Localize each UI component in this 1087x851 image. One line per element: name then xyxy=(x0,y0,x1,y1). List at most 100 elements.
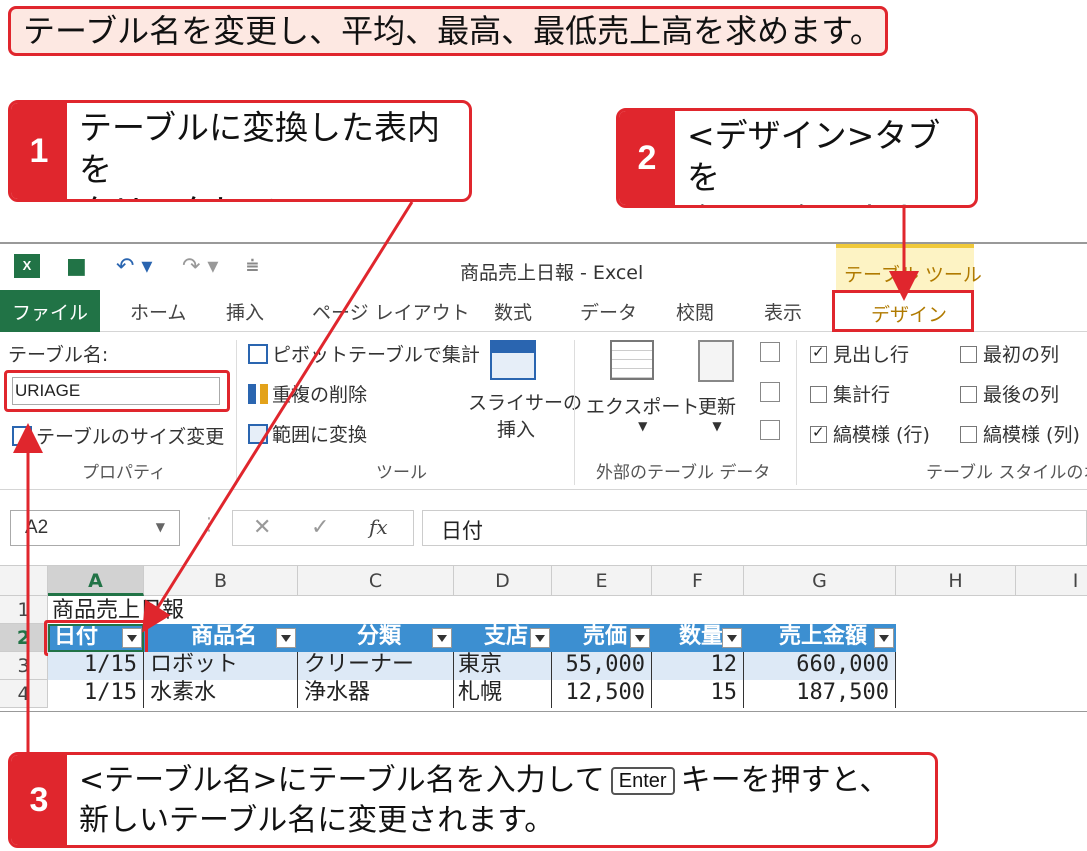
tab-file[interactable]: ファイル xyxy=(0,290,100,332)
table-header-cell[interactable]: 売上金額 xyxy=(744,624,896,652)
table-cell[interactable]: 12 xyxy=(652,652,744,680)
first-col-label: 最初の列 xyxy=(983,344,1060,366)
window-title: 商品売上日報 - Excel xyxy=(460,262,644,284)
filter-dropdown-icon[interactable] xyxy=(630,628,650,648)
table-header-cell[interactable]: 分類 xyxy=(298,624,454,652)
column-header-h[interactable]: H xyxy=(896,566,1016,596)
table-cell[interactable]: クリーナー xyxy=(298,652,454,680)
checkbox-checked-icon xyxy=(810,423,827,443)
insert-function-icon[interactable]: fx xyxy=(369,515,388,539)
first-col-checkbox[interactable]: 最初の列 xyxy=(960,340,1059,367)
filter-dropdown-icon[interactable] xyxy=(432,628,452,648)
header-row-checkbox[interactable]: 見出し行 xyxy=(810,340,909,367)
column-header-c[interactable]: C xyxy=(298,566,454,596)
ribbon-tabs: ファイル ホーム 挿入 ページ レイアウト 数式 データ 校閲 表示 デザイン xyxy=(0,290,1087,332)
tab-insert[interactable]: 挿入 xyxy=(226,298,264,325)
column-header-a[interactable]: A xyxy=(48,566,144,596)
enter-key-icon: Enter xyxy=(610,767,675,795)
last-col-checkbox[interactable]: 最後の列 xyxy=(960,380,1059,407)
column-header-d[interactable]: D xyxy=(454,566,552,596)
table-cell[interactable]: 東京 xyxy=(454,652,552,680)
table-header-cell[interactable]: 支店 xyxy=(454,624,552,652)
convert-range-button[interactable]: 範囲に変換 xyxy=(248,420,367,447)
name-box-value: A2 xyxy=(25,517,49,538)
group-tools-label: ツール xyxy=(376,463,427,483)
table-name-label: テーブル名: xyxy=(8,344,109,366)
banded-cols-label: 縞模様 (列) xyxy=(983,424,1080,446)
header-row-label: 見出し行 xyxy=(833,344,910,366)
table-cell[interactable]: 浄水器 xyxy=(298,680,454,708)
filter-dropdown-icon[interactable] xyxy=(874,628,894,648)
table-cell[interactable]: ロボット xyxy=(144,652,298,680)
slicer-label-2: 挿入 xyxy=(496,419,535,441)
redo-icon[interactable]: ↷ ▾ xyxy=(182,254,218,279)
select-all-corner[interactable] xyxy=(0,566,48,596)
column-header-g[interactable]: G xyxy=(744,566,896,596)
export-button[interactable]: エクスポート ▼ xyxy=(586,392,699,433)
title-bar: X ■ ↶ ▾ ↷ ▾ ⩧ 商品売上日報 - Excel テーブル ツール xyxy=(0,244,1087,290)
total-row-checkbox[interactable]: 集計行 xyxy=(810,380,890,407)
table-cell[interactable]: 1/15 xyxy=(48,652,144,680)
banded-rows-checkbox[interactable]: 縞模様 (行) xyxy=(810,420,930,447)
unlink-icon[interactable] xyxy=(760,420,780,440)
resize-table-label: テーブルのサイズ変更 xyxy=(36,426,225,448)
worksheet-grid: A B C D E F G H I 1 2 3 4 商品売上日報 日付 商品名 … xyxy=(0,566,1087,711)
tab-home[interactable]: ホーム xyxy=(130,298,186,325)
row-header-1[interactable]: 1 xyxy=(0,596,48,624)
row-header-2[interactable]: 2 xyxy=(0,624,48,652)
tab-formulas[interactable]: 数式 xyxy=(494,298,532,325)
tab-design[interactable]: デザイン xyxy=(832,290,974,332)
slicer-button[interactable]: スライサーの 挿入 xyxy=(468,388,582,442)
table-cell[interactable]: 1/15 xyxy=(48,680,144,708)
column-header-b[interactable]: B xyxy=(144,566,298,596)
column-header-f[interactable]: F xyxy=(652,566,744,596)
group-divider xyxy=(796,340,797,485)
last-col-label: 最後の列 xyxy=(983,384,1060,406)
step-text: テーブルに変換した表内を クリックして、 xyxy=(79,108,441,199)
column-header-e[interactable]: E xyxy=(552,566,652,596)
column-header-i[interactable]: I xyxy=(1016,566,1087,596)
cancel-icon[interactable]: ✕ xyxy=(253,515,271,540)
checkbox-empty-icon xyxy=(960,346,977,363)
save-icon[interactable]: ■ xyxy=(66,254,87,279)
name-box[interactable]: A2 ▼ xyxy=(10,510,180,546)
resize-table-button[interactable]: テーブルのサイズ変更 xyxy=(12,422,224,449)
table-cell[interactable]: 水素水 xyxy=(144,680,298,708)
table-cell[interactable]: 12,500 xyxy=(552,680,652,708)
table-header-cell[interactable]: 商品名 xyxy=(144,624,298,652)
remove-duplicates-icon xyxy=(248,384,268,404)
filter-dropdown-icon[interactable] xyxy=(276,628,296,648)
table-cell[interactable]: 187,500 xyxy=(744,680,896,708)
table-name-input[interactable] xyxy=(12,377,220,405)
open-browser-icon[interactable] xyxy=(760,382,780,402)
tab-page-layout[interactable]: ページ レイアウト xyxy=(312,298,470,325)
tab-design-label: デザイン xyxy=(871,304,948,326)
table-header-label: 数量 xyxy=(678,624,723,649)
table-cell[interactable]: 15 xyxy=(652,680,744,708)
table-header-cell[interactable]: 数量 xyxy=(652,624,744,652)
table-header-cell[interactable]: 売価 xyxy=(552,624,652,652)
table-cell[interactable]: 660,000 xyxy=(744,652,896,680)
enter-icon[interactable]: ✓ xyxy=(311,515,329,540)
pivot-button[interactable]: ピボットテーブルで集計 xyxy=(248,340,480,367)
filter-dropdown-icon[interactable] xyxy=(530,628,550,648)
banded-cols-checkbox[interactable]: 縞模様 (列) xyxy=(960,420,1080,447)
tab-review[interactable]: 校閲 xyxy=(676,298,714,325)
undo-icon[interactable]: ↶ ▾ xyxy=(116,254,152,279)
refresh-label: 更新 xyxy=(698,396,737,418)
tab-view[interactable]: 表示 xyxy=(764,298,802,325)
table-cell[interactable]: 札幌 xyxy=(454,680,552,708)
customize-qat-icon[interactable]: ⩧ xyxy=(246,254,259,279)
formula-input[interactable]: 日付 xyxy=(422,510,1087,546)
refresh-button[interactable]: 更新 ▼ xyxy=(698,392,736,433)
properties-icon[interactable] xyxy=(760,342,780,362)
tab-data[interactable]: データ xyxy=(580,298,637,325)
row-header-3[interactable]: 3 xyxy=(0,652,48,680)
callout-step-1: 1 テーブルに変換した表内を クリックして、 xyxy=(8,100,472,202)
chevron-down-icon: ▼ xyxy=(712,419,722,433)
filter-dropdown-icon[interactable] xyxy=(722,628,742,648)
row-header-4[interactable]: 4 xyxy=(0,680,48,708)
active-cell-border xyxy=(48,624,144,652)
table-cell[interactable]: 55,000 xyxy=(552,652,652,680)
remove-duplicates-button[interactable]: 重複の削除 xyxy=(248,380,367,407)
